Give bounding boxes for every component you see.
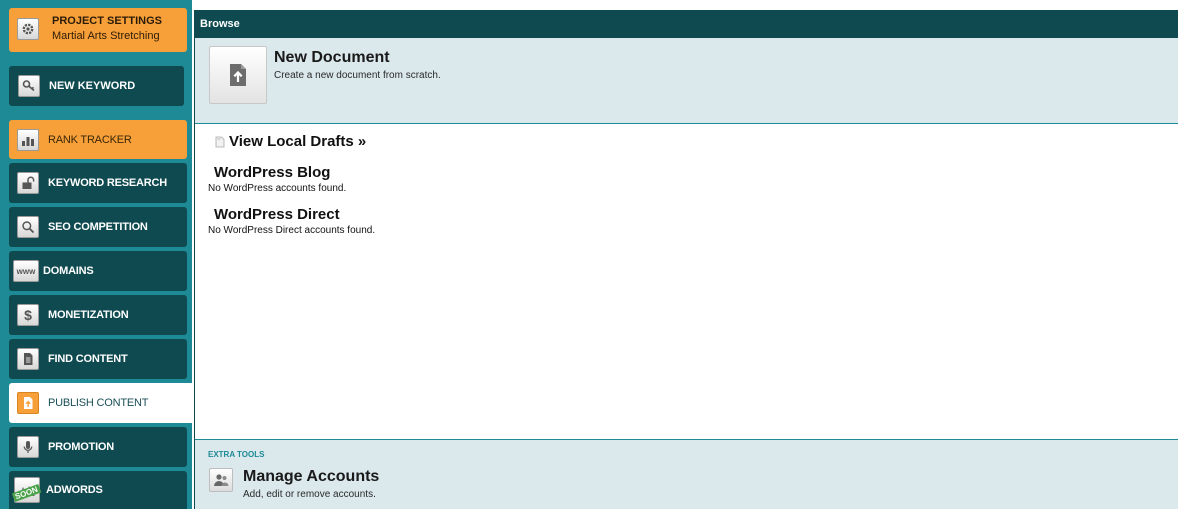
manage-accounts-description: Add, edit or remove accounts. — [243, 489, 376, 500]
wordpress-direct-heading: WordPress Direct — [214, 206, 340, 223]
sidebar-item-find-content[interactable]: FIND CONTENT — [9, 339, 187, 379]
view-local-drafts-label: View Local Drafts » — [229, 133, 367, 150]
wordpress-direct-message: No WordPress Direct accounts found. — [208, 225, 376, 236]
document-icon — [17, 348, 39, 370]
sidebar-item-label: RANK TRACKER — [48, 133, 132, 146]
publish-icon — [17, 392, 39, 414]
extra-tools-heading: EXTRA TOOLS — [208, 450, 265, 459]
bar-chart-icon — [17, 128, 39, 151]
draft-file-icon — [215, 136, 225, 147]
new-keyword-button[interactable]: NEW KEYWORD — [9, 66, 184, 106]
users-icon — [209, 468, 233, 492]
magnifier-icon — [17, 216, 39, 238]
sidebar-item-label: KEYWORD RESEARCH — [48, 177, 168, 189]
main-panel: Browse New Document Create a new documen… — [194, 10, 1178, 509]
sidebar-item-label: PROMOTION — [48, 441, 115, 453]
project-name: Martial Arts Stretching — [52, 30, 160, 42]
new-keyword-label: NEW KEYWORD — [49, 80, 136, 92]
wordpress-blog-heading: WordPress Blog — [214, 164, 331, 181]
sidebar-item-rank-tracker[interactable]: RANK TRACKER — [9, 120, 187, 159]
new-document-description: Create a new document from scratch. — [274, 70, 441, 81]
project-settings-button[interactable]: PROJECT SETTINGS Martial Arts Stretching — [9, 8, 187, 52]
sidebar-item-label: PUBLISH CONTENT — [48, 397, 149, 409]
sidebar-item-seo-competition[interactable]: SEO COMPETITION — [9, 207, 187, 247]
wordpress-blog-message: No WordPress accounts found. — [208, 183, 347, 194]
sidebar-item-monetization[interactable]: $ MONETIZATION — [9, 295, 187, 335]
sidebar: PROJECT SETTINGS Martial Arts Stretching… — [0, 0, 192, 509]
microphone-icon — [17, 436, 39, 458]
gear-icon — [17, 18, 39, 40]
sidebar-item-keyword-research[interactable]: KEYWORD RESEARCH — [9, 163, 187, 203]
browse-header: Browse — [195, 11, 1178, 38]
app-window: PROJECT SETTINGS Martial Arts Stretching… — [0, 0, 1178, 509]
extra-tools-panel: EXTRA TOOLS Manage Accounts Add, edit or… — [195, 439, 1178, 509]
sidebar-item-publish-content[interactable]: PUBLISH CONTENT — [9, 383, 192, 423]
view-local-drafts-link[interactable]: View Local Drafts » — [215, 133, 366, 150]
www-icon: www — [13, 260, 39, 282]
sidebar-item-promotion[interactable]: PROMOTION — [9, 427, 187, 467]
dollar-icon: $ — [17, 304, 39, 326]
sidebar-item-adwords[interactable]: SOON ADWORDS — [9, 471, 187, 509]
content-area: View Local Drafts » WordPress Blog No Wo… — [195, 124, 1178, 438]
lock-icon — [17, 172, 39, 194]
sidebar-item-label: ADWORDS — [46, 484, 103, 496]
sidebar-item-label: FIND CONTENT — [48, 353, 128, 365]
new-document-button[interactable]: New Document Create a new document from … — [195, 38, 1178, 124]
new-document-icon — [209, 46, 267, 104]
new-document-title: New Document — [274, 49, 390, 66]
sidebar-item-domains[interactable]: www DOMAINS — [9, 251, 187, 291]
adwords-icon: SOON — [11, 477, 41, 503]
project-settings-title: PROJECT SETTINGS — [52, 15, 163, 27]
manage-accounts-link[interactable]: Manage Accounts — [243, 468, 379, 486]
sidebar-item-label: SEO COMPETITION — [48, 221, 148, 233]
sidebar-item-label: MONETIZATION — [48, 309, 129, 321]
sidebar-item-label: DOMAINS — [43, 265, 94, 277]
key-icon — [18, 75, 40, 97]
